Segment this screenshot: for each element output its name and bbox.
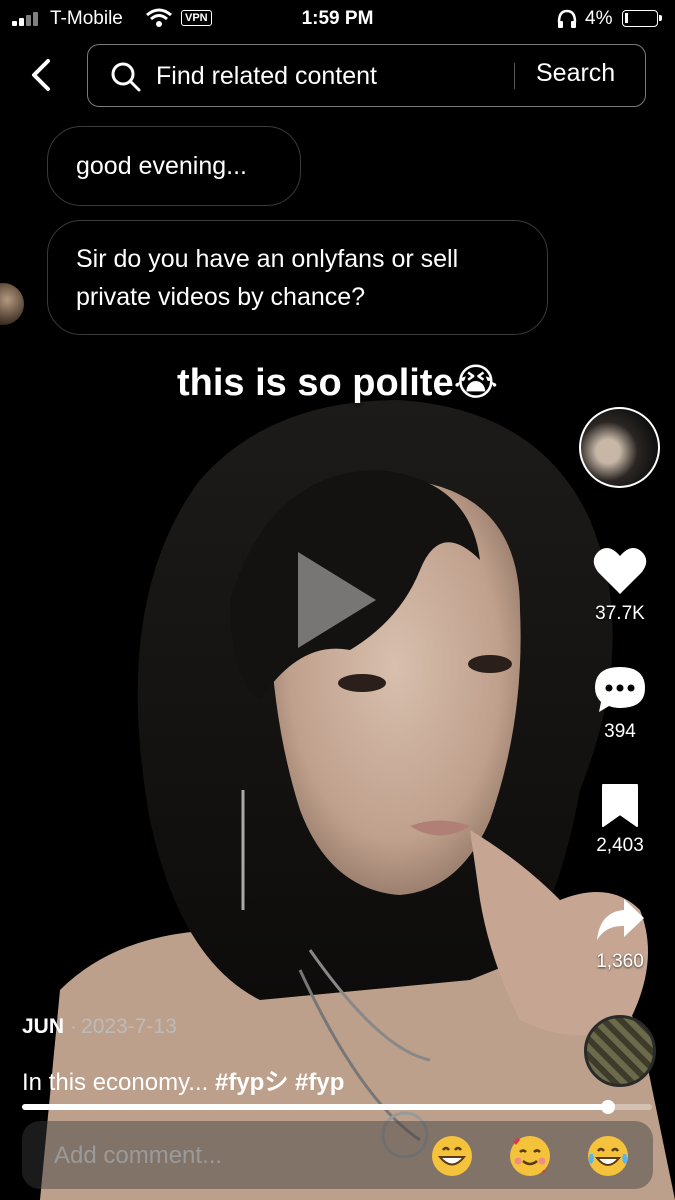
creator-avatar[interactable] <box>579 407 660 488</box>
play-icon[interactable] <box>298 552 376 648</box>
grinning-emoji-icon[interactable] <box>430 1134 474 1178</box>
smiling-hearts-emoji-icon[interactable] <box>508 1134 552 1178</box>
post-description: In this economy... #fypシ #fyp <box>22 1062 344 1097</box>
share-count: 1,360 <box>596 951 644 972</box>
like-button[interactable]: 37.7K <box>575 546 665 625</box>
chat-bubble: Sir do you have an onlyfans or sell priv… <box>47 220 548 335</box>
chat-bubble: good evening... <box>47 126 301 206</box>
share-button[interactable]: 1,360 <box>575 896 665 973</box>
battery-icon <box>622 10 662 27</box>
tears-of-joy-emoji-icon[interactable] <box>586 1134 630 1178</box>
hashtag[interactable]: #fyp <box>295 1069 344 1096</box>
post-date: 2023-7-13 <box>81 1015 177 1038</box>
search-bar[interactable]: Search <box>87 44 646 107</box>
comment-bubble-icon <box>595 667 645 712</box>
comment-bar <box>22 1121 653 1189</box>
comment-button[interactable]: 394 <box>575 664 665 743</box>
progress-fill <box>22 1104 608 1110</box>
description-text: In this economy... <box>22 1069 209 1096</box>
hashtag[interactable]: #fypシ <box>215 1069 288 1096</box>
save-count: 2,403 <box>596 835 644 856</box>
status-bar: T-Mobile VPN 1:59 PM 4% <box>0 0 675 40</box>
battery-percent: 4% <box>585 8 613 29</box>
share-arrow-icon <box>597 899 644 940</box>
comment-count: 394 <box>604 721 636 742</box>
back-chevron-icon[interactable] <box>24 55 58 95</box>
search-button[interactable]: Search <box>536 59 615 88</box>
like-count: 37.7K <box>595 603 645 624</box>
video-caption: this is so polite😭 <box>177 362 498 404</box>
author-name[interactable]: JUN <box>22 1015 64 1038</box>
post-meta: JUN · 2023-7-13 <box>22 1015 177 1039</box>
favorite-button[interactable]: 2,403 <box>575 782 665 857</box>
search-icon <box>111 62 141 92</box>
heart-icon <box>593 547 647 594</box>
sound-disc[interactable] <box>584 1015 656 1087</box>
search-divider <box>514 63 515 89</box>
comment-input[interactable] <box>52 1137 416 1175</box>
video-progress-bar[interactable] <box>22 1100 652 1114</box>
bookmark-icon <box>602 784 638 827</box>
search-input[interactable] <box>154 55 518 97</box>
headphones-icon <box>557 9 577 28</box>
progress-handle[interactable] <box>600 1100 615 1114</box>
meta-separator: · <box>70 1015 78 1038</box>
